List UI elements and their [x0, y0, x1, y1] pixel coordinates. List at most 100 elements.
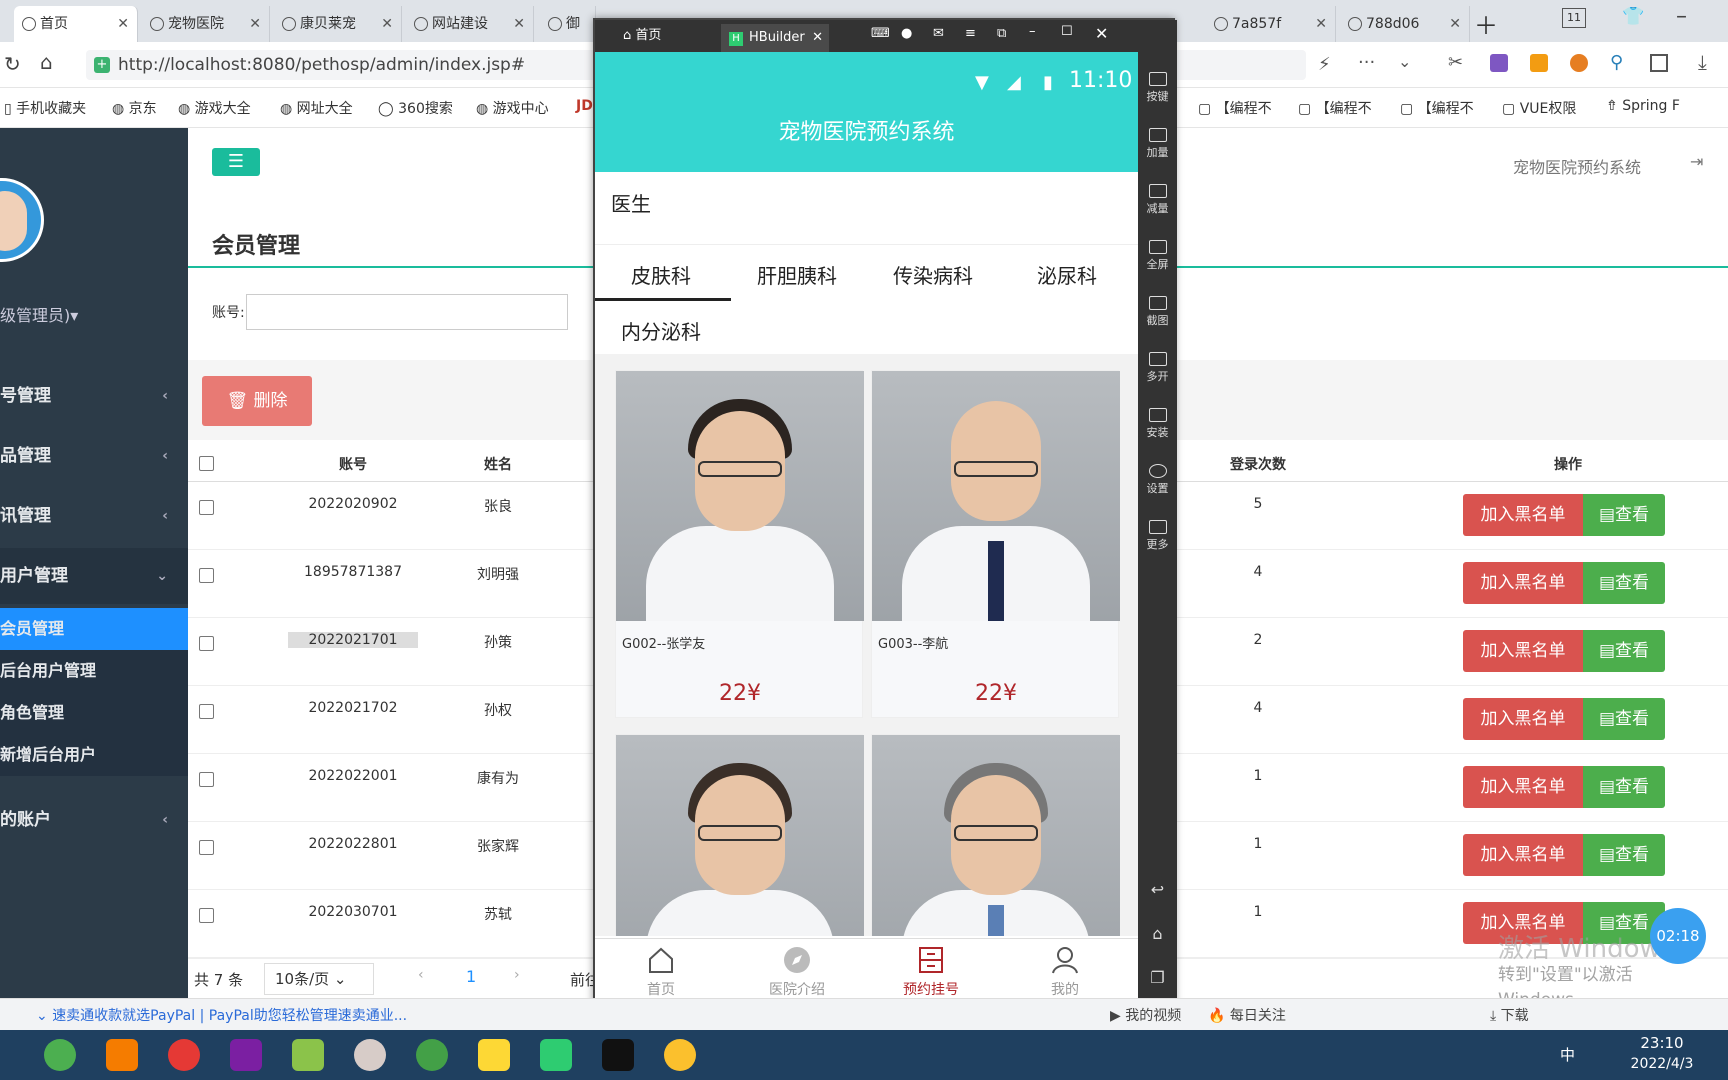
nav-my-account[interactable]: 的账户 ‹	[0, 792, 188, 848]
delete-button[interactable]: 🗑 删除	[202, 376, 312, 426]
nav-news-management[interactable]: 讯管理 ‹	[0, 488, 188, 544]
bookmark[interactable]: ▯ 手机收藏夹	[4, 98, 86, 118]
nav-home[interactable]: 首页	[601, 945, 721, 999]
browser-tab[interactable]: 网站建设 ✕	[406, 6, 534, 42]
nav-user-management[interactable]: 用户管理 ⌄	[0, 548, 188, 604]
bookmark[interactable]: ◍ 游戏大全	[178, 98, 251, 118]
daily-focus[interactable]: 🔥 每日关注	[1208, 1005, 1286, 1025]
tab-infectious[interactable]: 传染病科	[893, 260, 973, 289]
home-button[interactable]: ⌂	[1138, 924, 1177, 943]
app-icon[interactable]	[168, 1039, 200, 1071]
news-ticker[interactable]: ⌄ 速卖通收款就选PayPal | PayPal助您轻松管理速卖通业...	[36, 1005, 407, 1025]
more-button[interactable]: 更多	[1138, 520, 1177, 552]
apps-icon[interactable]	[1650, 54, 1668, 72]
my-videos[interactable]: ▶ 我的视频	[1110, 1005, 1181, 1025]
emulator-tab-home[interactable]: ⌂ 首页	[603, 20, 721, 52]
clock-time[interactable]: 23:10	[1612, 1034, 1712, 1052]
ime-indicator[interactable]: 中	[1560, 1044, 1575, 1065]
browser-tab-home[interactable]: 首页 ✕	[14, 6, 138, 42]
app-icon[interactable]	[478, 1039, 510, 1071]
doctor-card[interactable]	[871, 734, 1120, 936]
close-icon[interactable]: ✕	[249, 6, 261, 42]
bookmark[interactable]: ▢ 【编程不	[1198, 98, 1272, 118]
select-all-checkbox[interactable]	[199, 456, 214, 471]
nav-account-management[interactable]: 号管理 ‹	[0, 368, 188, 424]
tab-urology[interactable]: 泌尿科	[1037, 260, 1097, 289]
fullscreen-button[interactable]: 全屏	[1138, 240, 1177, 272]
terminal-icon[interactable]	[602, 1039, 634, 1071]
download-icon[interactable]: ⤓	[1698, 50, 1707, 74]
subnav-add-backend-user[interactable]: 新增后台用户	[0, 734, 188, 776]
search-icon[interactable]: ⚲	[1610, 52, 1623, 73]
subnav-roles[interactable]: 角色管理	[0, 692, 188, 734]
browser-tab[interactable]: 御	[540, 6, 596, 42]
maximize-button[interactable]: ☐	[1061, 24, 1073, 39]
doctor-card[interactable]: G003--李航 22¥	[871, 370, 1120, 718]
blacklist-button[interactable]: 加入黑名单	[1463, 766, 1583, 808]
settings-button[interactable]: 设置	[1138, 464, 1177, 496]
blacklist-button[interactable]: 加入黑名单	[1463, 494, 1583, 536]
view-button[interactable]: ▤查看	[1583, 698, 1665, 740]
blacklist-button[interactable]: 加入黑名单	[1463, 630, 1583, 672]
home-icon[interactable]: ⌂	[40, 50, 53, 74]
volume-up-button[interactable]: 加量	[1138, 128, 1177, 160]
close-icon[interactable]: ✕	[1449, 6, 1461, 42]
row-checkbox[interactable]	[199, 568, 214, 583]
chevron-down-icon[interactable]: ⌄	[1398, 52, 1411, 71]
bookmark[interactable]: ◍ 京东	[112, 98, 157, 118]
row-checkbox[interactable]	[199, 908, 214, 923]
row-checkbox[interactable]	[199, 772, 214, 787]
menu-icon[interactable]: ≡	[965, 26, 976, 41]
view-button[interactable]: ▤查看	[1583, 834, 1665, 876]
editor-icon[interactable]	[292, 1039, 324, 1071]
wechat-icon[interactable]	[416, 1039, 448, 1071]
tab-count-icon[interactable]: 11	[1562, 8, 1586, 28]
bookmark[interactable]: ◯ 360搜索	[378, 98, 453, 118]
view-button[interactable]: ▤查看	[1583, 562, 1665, 604]
browser-tab[interactable]: 康贝莱宠 ✕	[274, 6, 402, 42]
browser-tab[interactable]: 宠物医院 ✕	[142, 6, 270, 42]
mail-icon[interactable]: ✉	[933, 26, 944, 41]
menu-toggle-button[interactable]: ☰	[212, 148, 260, 176]
row-checkbox[interactable]	[199, 840, 214, 855]
nav-product-management[interactable]: 品管理 ‹	[0, 428, 188, 484]
clock-date[interactable]: 2022/4/3	[1612, 1056, 1712, 1072]
intellij-icon[interactable]	[230, 1039, 262, 1071]
scissors-icon[interactable]: ✂	[1448, 52, 1463, 73]
account-search-input[interactable]	[246, 294, 568, 330]
extension-icon[interactable]	[1530, 54, 1548, 72]
hbuilder-icon[interactable]	[540, 1039, 572, 1071]
view-button[interactable]: ▤查看	[1583, 766, 1665, 808]
browser-icon[interactable]	[44, 1039, 76, 1071]
blacklist-button[interactable]: 加入黑名单	[1463, 834, 1583, 876]
tab-dermatology[interactable]: 皮肤科	[631, 260, 691, 289]
close-icon[interactable]: ✕	[812, 24, 823, 52]
bookmark[interactable]: ◍ 网址大全	[280, 98, 353, 118]
gamepad-icon[interactable]: ⌨	[871, 26, 890, 41]
recents-button[interactable]: ❐	[1138, 968, 1177, 987]
back-button[interactable]: ↩	[1138, 880, 1177, 899]
blacklist-button[interactable]: 加入黑名单	[1463, 562, 1583, 604]
user-icon[interactable]: ●	[901, 26, 912, 41]
next-page-button[interactable]: ›	[514, 967, 520, 983]
emulator-tab-hbuilder[interactable]: H HBuilder ✕	[721, 24, 829, 52]
volume-down-button[interactable]: 减量	[1138, 184, 1177, 216]
row-checkbox[interactable]	[199, 500, 214, 515]
minimize-button[interactable]: –	[1676, 4, 1687, 29]
more-icon[interactable]: ···	[1358, 52, 1375, 73]
bookmark[interactable]: ▢ 【编程不	[1400, 98, 1474, 118]
window-icon[interactable]: ⧉	[997, 26, 1006, 41]
install-apk-button[interactable]: 安装	[1138, 408, 1177, 440]
blacklist-button[interactable]: 加入黑名单	[1463, 698, 1583, 740]
lightning-icon[interactable]: ⚡	[1318, 54, 1331, 75]
downloads[interactable]: ⤓ 下载	[1490, 1005, 1529, 1025]
minimize-button[interactable]: –	[1029, 24, 1036, 39]
translate-icon[interactable]	[1490, 54, 1508, 72]
game-icon[interactable]	[1570, 54, 1588, 72]
bookmark[interactable]: ▢ VUE权限	[1502, 98, 1576, 118]
browser-tab[interactable]: 788d06 ✕	[1340, 6, 1470, 42]
view-button[interactable]: ▤查看	[1583, 630, 1665, 672]
close-button[interactable]: ✕	[1095, 24, 1108, 43]
chrome-icon[interactable]	[664, 1039, 696, 1071]
timer-badge[interactable]: 02:18	[1650, 908, 1706, 964]
